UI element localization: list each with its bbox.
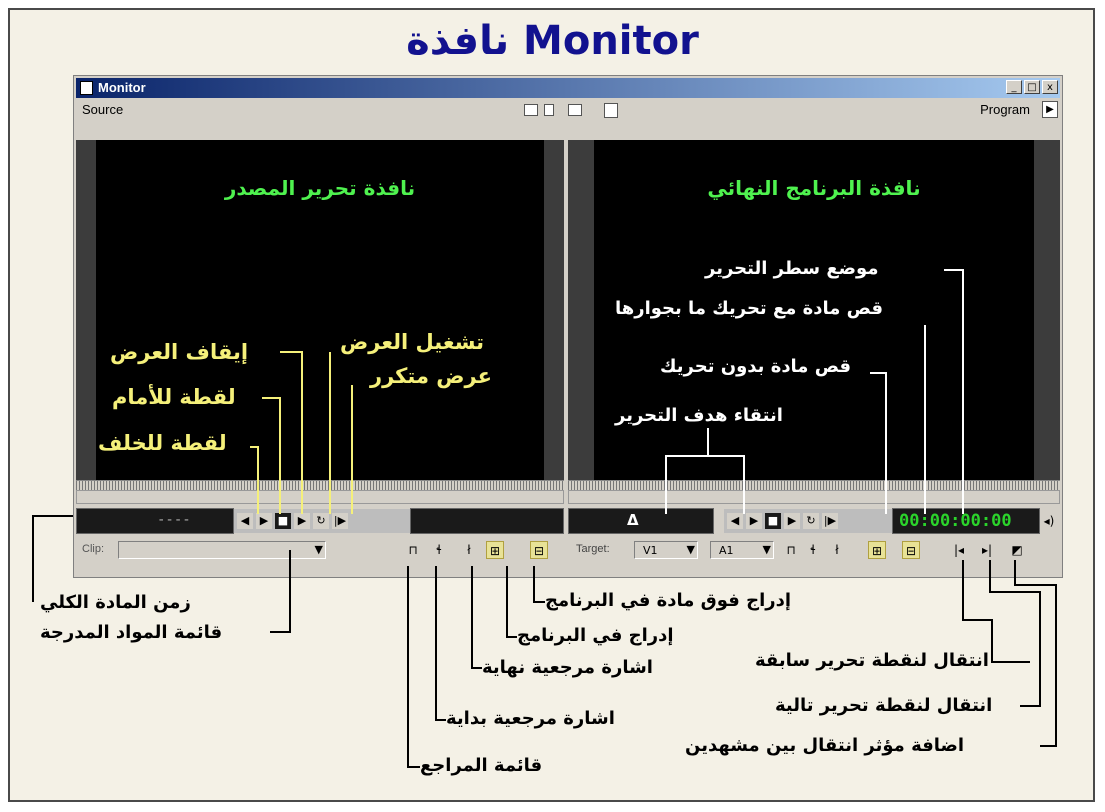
- overlay-button[interactable]: ⊟: [530, 541, 548, 559]
- source-location-display: [410, 508, 564, 534]
- annotation-insert: إدراج في البرنامج: [517, 625, 674, 646]
- program-margin-right: [1034, 140, 1060, 480]
- video-target-value: V1: [643, 544, 658, 557]
- program-transport: ◀ ▶ ■ ▶ ↻ |▶: [724, 509, 892, 533]
- annotation-markers-menu: قائمة المراجع: [420, 755, 543, 776]
- program-loop-button[interactable]: ↻: [803, 513, 819, 529]
- program-margin-left: [568, 140, 594, 480]
- annotation-overlay: إدراج فوق مادة في البرنامج: [545, 590, 792, 611]
- window-title: Monitor: [98, 80, 146, 95]
- close-button[interactable]: x: [1042, 80, 1058, 94]
- program-frame-forward-button[interactable]: ▶: [746, 513, 762, 529]
- program-screen-title: نافذة البرنامج النهائي: [707, 176, 921, 200]
- program-frame-back-button[interactable]: ◀: [727, 513, 743, 529]
- source-margin-right: [544, 140, 564, 480]
- source-timecode: ----: [157, 512, 191, 528]
- program-label: Program: [980, 102, 1030, 117]
- delta-symbol: Δ: [627, 511, 639, 529]
- mark-out-button[interactable]: ł: [460, 541, 478, 559]
- program-timecode-display: 00:00:00:00: [892, 508, 1040, 534]
- maximize-button[interactable]: □: [1024, 80, 1040, 94]
- program-mark-in-button[interactable]: ɬ: [804, 541, 822, 559]
- source-screen-title: نافذة تحرير المصدر: [224, 176, 416, 200]
- annotation-play: تشغيل العرض: [340, 330, 484, 354]
- annotation-add-transition: اضافة مؤثر انتقال بين مشهدين: [685, 735, 965, 756]
- annotation-edit-line: موضع سطر التحرير: [705, 258, 879, 279]
- audio-target-value: A1: [719, 544, 734, 557]
- annotation-loop: عرض متكرر: [370, 364, 492, 388]
- annotation-next-edit: انتقال لنقطة تحرير تالية: [775, 695, 993, 716]
- program-bottom-bar: Target: V1 ▼ A1 ▼ ⊓ ɬ ł ⊞ ⊟ |◂ ▸| ◩: [568, 538, 1062, 562]
- annotation-ripple-delete: قص مادة مع تحريك ما بجوارها: [615, 298, 884, 319]
- annotation-clip-list: قائمة المواد المدرجة: [40, 622, 223, 643]
- volume-icon[interactable]: ◂): [1040, 512, 1058, 530]
- source-bottom-bar: Clip: ▼ ⊓ ɬ ł ⊞ ⊟: [76, 538, 564, 562]
- previous-edit-button[interactable]: |◂: [950, 541, 968, 559]
- chevron-down-icon: ▼: [686, 543, 695, 556]
- program-markers-button[interactable]: ⊓: [782, 541, 800, 559]
- source-scrub-track[interactable]: [76, 490, 564, 504]
- source-play-button[interactable]: ▶: [294, 513, 310, 529]
- minimize-button[interactable]: _: [1006, 80, 1022, 94]
- source-frame-forward-button[interactable]: ▶: [256, 513, 272, 529]
- audio-target-dropdown[interactable]: A1 ▼: [710, 541, 774, 559]
- annotation-frame-forward: لقطة للأمام: [112, 385, 236, 409]
- monitor-menu-button[interactable]: ▶: [1042, 101, 1058, 118]
- trim-view-icon[interactable]: [568, 104, 582, 116]
- program-mark-out-button[interactable]: ł: [828, 541, 846, 559]
- source-label: Source: [82, 102, 124, 117]
- program-play-button[interactable]: ▶: [784, 513, 800, 529]
- annotation-target-select: انتقاء هدف التحرير: [615, 405, 783, 426]
- monitor-menubar: Source Program ▶: [76, 100, 1060, 120]
- video-target-dropdown[interactable]: V1 ▼: [634, 541, 698, 559]
- clip-dropdown[interactable]: ▼: [118, 541, 326, 559]
- chevron-down-icon: ▼: [314, 543, 323, 556]
- source-stop-button[interactable]: ■: [275, 513, 291, 529]
- target-label: Target:: [576, 543, 610, 555]
- program-play-in-out-button[interactable]: |▶: [822, 513, 838, 529]
- program-delta-display: Δ: [568, 508, 714, 534]
- source-play-in-out-button[interactable]: |▶: [332, 513, 348, 529]
- annotation-lift: قص مادة بدون تحريك: [660, 356, 852, 377]
- dual-view-icon[interactable]: [524, 104, 538, 116]
- source-frame-back-button[interactable]: ◀: [237, 513, 253, 529]
- program-stop-button[interactable]: ■: [765, 513, 781, 529]
- single-view-icon[interactable]: [544, 104, 554, 116]
- clip-label: Clip:: [82, 543, 105, 555]
- next-edit-button[interactable]: ▸|: [978, 541, 996, 559]
- lift-button[interactable]: ⊞: [868, 541, 886, 559]
- mark-in-button[interactable]: ɬ: [430, 541, 448, 559]
- annotation-frame-back: لقطة للخلف: [98, 431, 227, 455]
- trim-mode-icon[interactable]: [604, 103, 618, 118]
- source-loop-button[interactable]: ↻: [313, 513, 329, 529]
- annotation-stop: إيقاف العرض: [110, 340, 249, 364]
- annotation-mark-out: اشارة مرجعية نهاية: [482, 657, 653, 678]
- chevron-down-icon: ▼: [762, 543, 771, 556]
- annotation-clip-duration: زمن المادة الكلي: [40, 592, 191, 613]
- insert-button[interactable]: ⊞: [486, 541, 504, 559]
- program-timecode: 00:00:00:00: [899, 511, 1012, 531]
- monitor-app-icon: [80, 81, 93, 95]
- title-bar: Monitor _ □ x: [76, 78, 1060, 98]
- page-title: نافذة Monitor: [406, 18, 699, 64]
- annotation-prev-edit: انتقال لنقطة تحرير سابقة: [755, 650, 989, 671]
- source-duration-display: ----: [76, 508, 234, 534]
- program-scrub-track[interactable]: [568, 490, 1060, 504]
- monitor-window: Monitor _ □ x Source Program ▶ نافذة تحر…: [73, 75, 1063, 578]
- add-transition-button[interactable]: ◩: [1008, 541, 1026, 559]
- extract-button[interactable]: ⊟: [902, 541, 920, 559]
- markers-menu-button[interactable]: ⊓: [404, 541, 422, 559]
- source-margin-left: [76, 140, 96, 480]
- annotation-mark-in: اشارة مرجعية بداية: [446, 708, 615, 729]
- source-transport: ◀ ▶ ■ ▶ ↻ |▶: [234, 509, 410, 533]
